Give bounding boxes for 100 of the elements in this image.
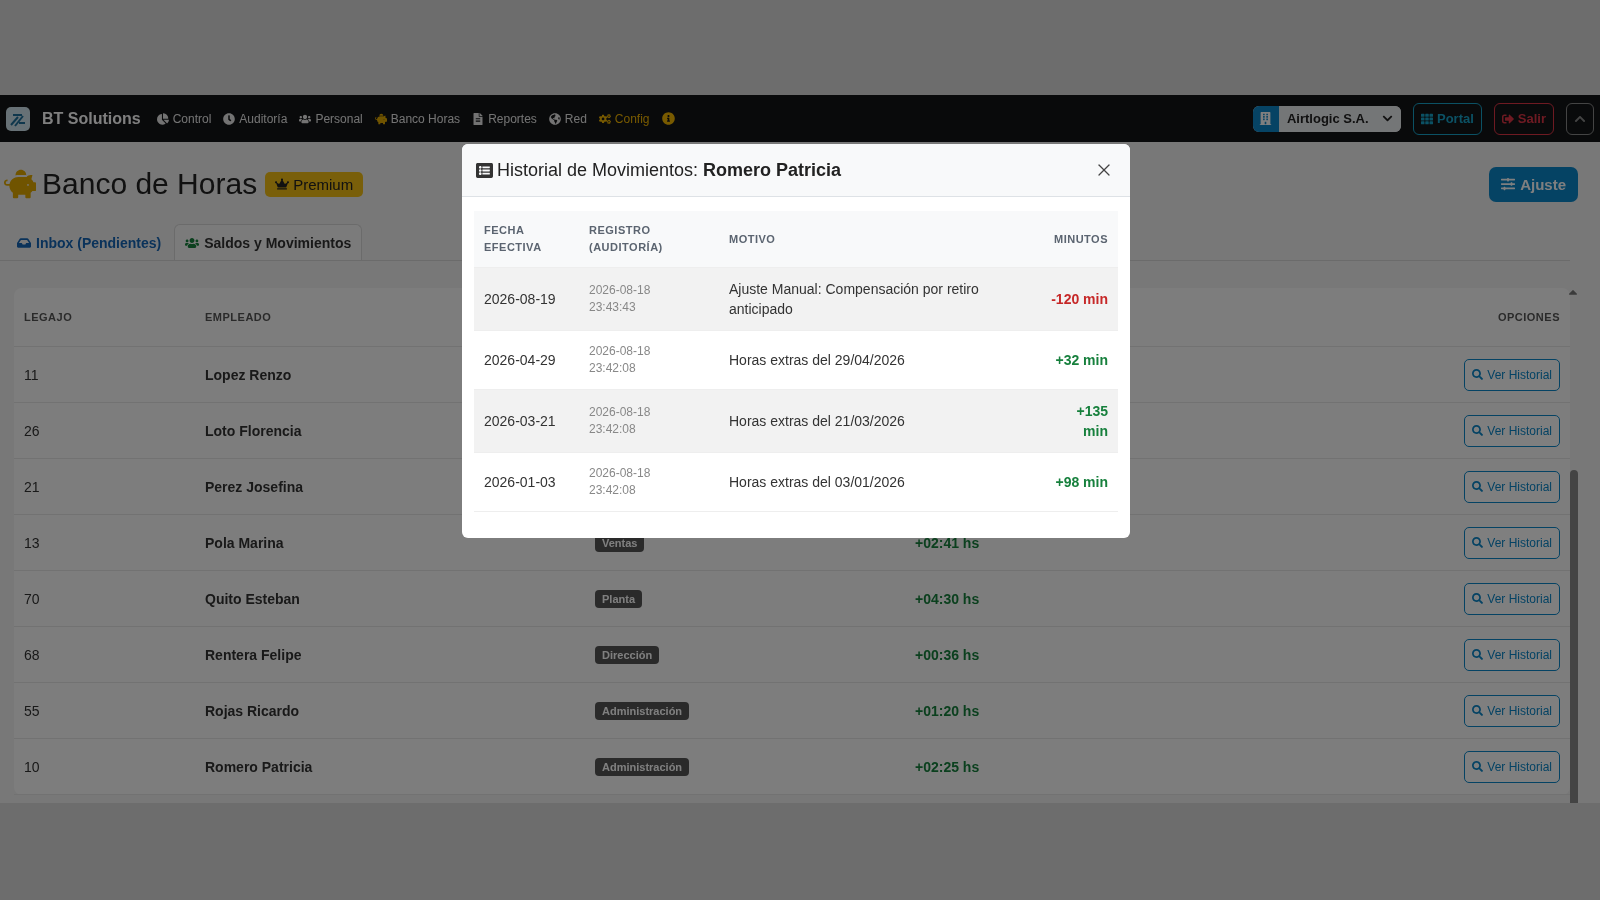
nav-link[interactable]: Reportes <box>472 111 537 126</box>
clock-icon <box>223 112 236 125</box>
nav-link[interactable]: Banco Horas <box>374 111 461 126</box>
logout-button[interactable]: Salir <box>1493 102 1554 135</box>
history-button[interactable]: Ver Historial <box>1464 358 1560 391</box>
logout-icon <box>1501 112 1514 125</box>
portal-button[interactable]: Portal <box>1412 102 1482 135</box>
employee-name: Romero Patricia <box>205 758 313 775</box>
history-button[interactable]: Ver Historial <box>1464 470 1560 503</box>
minutes-cell-text: +135 min <box>1075 402 1108 441</box>
history-button[interactable]: Ver Historial <box>1464 526 1560 559</box>
table-cell-text: 2026-08-19 <box>484 290 557 309</box>
history-button[interactable]: Ver Historial <box>1464 638 1560 671</box>
column-header: FECHA EFECTIVA <box>484 223 543 255</box>
nav-link[interactable]: Personal <box>299 111 363 126</box>
nav-link[interactable]: Config <box>598 111 650 126</box>
table-cell: 11 <box>24 366 39 383</box>
table-cell-text: 2026-01-03 <box>484 473 557 492</box>
globe-icon <box>548 112 561 125</box>
document-icon <box>472 112 485 125</box>
employee-name: Rojas Ricardo <box>205 702 300 719</box>
balance-cell-text: +01:20 hs <box>915 702 981 719</box>
gears-icon <box>598 112 611 125</box>
table-cell-text: Horas extras del 03/01/2026 <box>729 473 906 492</box>
history-button[interactable]: Ver Historial <box>1464 750 1560 783</box>
chevron-down-icon <box>1381 113 1393 124</box>
nav-link[interactable]: Red <box>548 111 587 126</box>
employee-name: Rentera Felipe <box>205 646 302 663</box>
table-cell: 26 <box>24 422 40 439</box>
info-icon[interactable] <box>661 112 675 125</box>
balance-cell-text: +00:36 hs <box>915 646 981 663</box>
table-cell: 13 <box>24 534 40 551</box>
inbox-icon <box>17 235 31 250</box>
adjust-button[interactable]: Ajuste <box>1489 166 1578 202</box>
collapse-button[interactable] <box>1566 102 1594 135</box>
scrollbar-thumb[interactable] <box>1570 470 1578 803</box>
search-icon <box>1472 425 1484 436</box>
table-cell: 10 <box>24 758 40 775</box>
column-header: MOTIVO <box>729 231 777 247</box>
page-title: Banco de Horas <box>42 167 258 201</box>
piggy-bank-icon <box>374 112 387 125</box>
table-cell-text: 2026-08-18 23:42:08 <box>589 343 652 377</box>
search-icon <box>1472 369 1484 380</box>
employee-name: Pola Marina <box>205 534 284 551</box>
sector-tag: Dirección <box>595 645 660 664</box>
sector-tag: Administración <box>595 757 690 776</box>
crown-icon <box>275 177 290 191</box>
column-header: LEGAJO <box>24 311 74 323</box>
history-button[interactable]: Ver Historial <box>1464 694 1560 727</box>
table-cell-text: Horas extras del 29/04/2026 <box>729 351 906 370</box>
search-icon <box>1472 481 1484 492</box>
balance-cell-text: +02:25 hs <box>915 758 981 775</box>
dialog-title: Historial de Movimientos: Romero Patricia <box>497 159 843 181</box>
pie-chart-icon <box>156 112 169 125</box>
employee-name: Loto Florencia <box>205 422 302 439</box>
table-cell: 55 <box>24 702 40 719</box>
tab[interactable]: Inbox (Pendientes) <box>6 224 173 260</box>
table-cell-text: 2026-08-18 23:43:43 <box>589 282 652 316</box>
building-icon <box>1252 105 1279 132</box>
table-cell-text: 2026-08-18 23:42:08 <box>589 465 652 499</box>
nav-link[interactable]: Control <box>156 111 212 126</box>
table-cell-text: Ajuste Manual: Compensación por retiro anticipado <box>729 280 980 319</box>
minutes-cell-text: +98 min <box>1054 473 1108 492</box>
logo-icon <box>6 106 30 131</box>
piggy-bank-icon <box>4 168 36 200</box>
search-icon <box>1472 537 1484 548</box>
tab[interactable]: Saldos y Movimientos <box>174 224 363 260</box>
column-header: MINUTOS <box>1052 231 1108 247</box>
brand-name: BT Solutions <box>42 109 141 128</box>
users-icon <box>299 112 312 125</box>
minutes-cell-text: -120 min <box>1050 290 1108 309</box>
nav-link[interactable]: Auditoría <box>223 111 288 126</box>
employee-name: Lopez Renzo <box>205 366 292 383</box>
sector-tag: Administración <box>595 701 690 720</box>
table-cell: 70 <box>24 590 40 607</box>
sector-tag: Planta <box>595 589 642 608</box>
column-header: OPCIONES <box>1497 311 1560 323</box>
employee-name: Perez Josefina <box>205 478 304 495</box>
table-cell-text: 2026-04-29 <box>484 351 557 370</box>
premium-badge: Premium <box>265 171 364 197</box>
users-icon <box>185 235 200 250</box>
table-cell: 21 <box>24 478 40 495</box>
column-header: REGISTRO (AUDITORÍA) <box>589 223 664 255</box>
history-button[interactable]: Ver Historial <box>1464 582 1560 615</box>
minutes-cell-text: +32 min <box>1054 351 1108 370</box>
sliders-icon <box>1501 177 1516 191</box>
search-icon <box>1472 705 1484 716</box>
history-button[interactable]: Ver Historial <box>1464 414 1560 447</box>
balance-cell-text: +04:30 hs <box>915 590 981 607</box>
column-header: EMPLEADO <box>205 311 273 323</box>
balance-cell-text: +02:41 hs <box>915 534 981 551</box>
search-icon <box>1472 761 1484 772</box>
grid-icon <box>1420 112 1433 125</box>
table-cell: 68 <box>24 646 40 663</box>
table-cell-text: Horas extras del 21/03/2026 <box>729 412 906 431</box>
search-icon <box>1472 593 1484 604</box>
table-cell-text: 2026-03-21 <box>484 412 557 431</box>
list-icon <box>476 161 493 179</box>
table-cell-text: 2026-08-18 23:42:08 <box>589 404 652 438</box>
employee-name: Quito Esteban <box>205 590 300 607</box>
